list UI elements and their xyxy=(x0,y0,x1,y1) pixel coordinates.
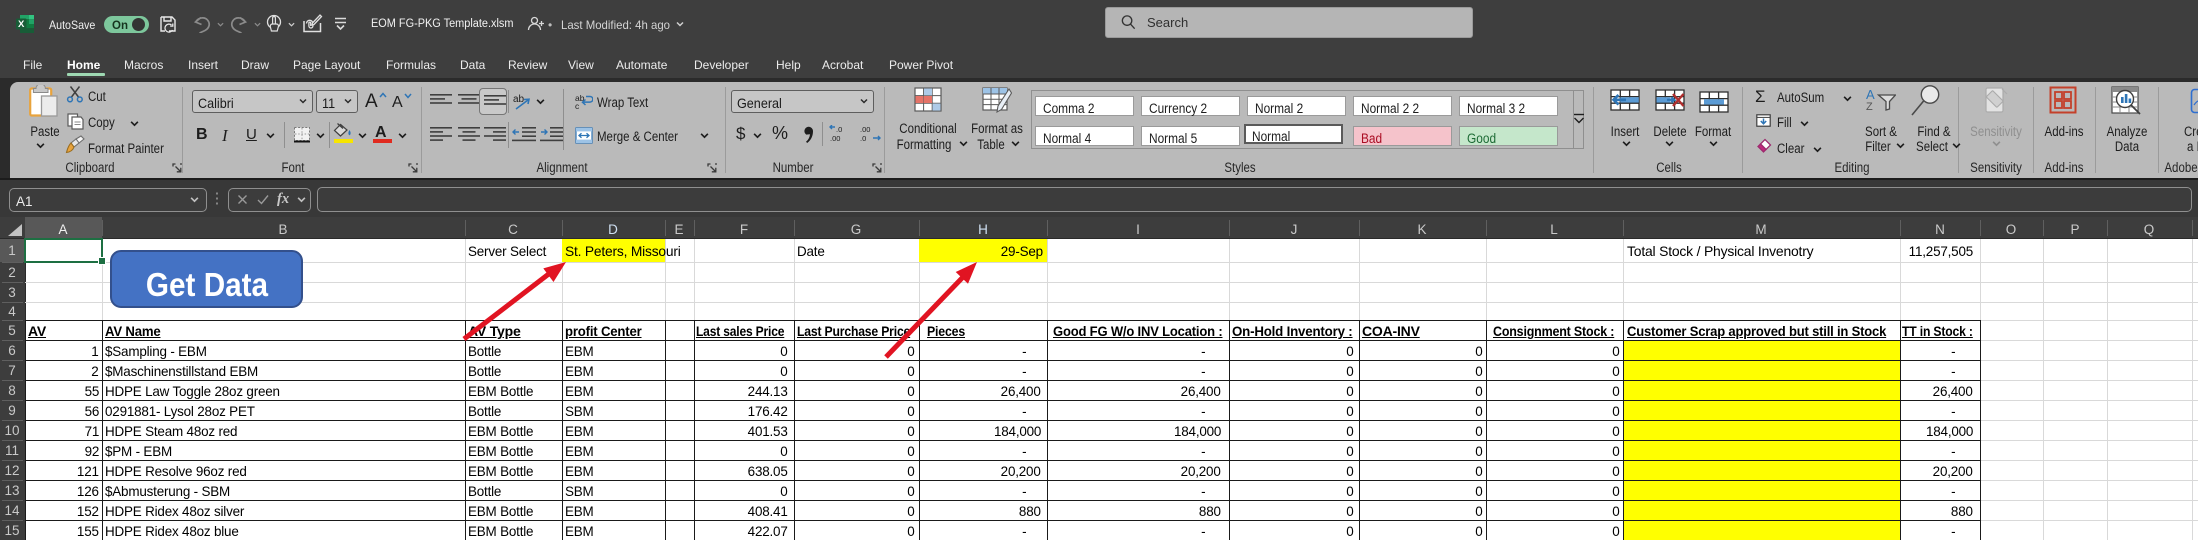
svg-text:.0: .0 xyxy=(836,125,842,134)
svg-text:.0: .0 xyxy=(860,134,866,143)
svg-text:X: X xyxy=(18,19,25,30)
svg-text:.00: .00 xyxy=(860,125,870,134)
svg-text:.00: .00 xyxy=(830,134,840,143)
svg-text:A: A xyxy=(1866,87,1875,102)
svg-text:Z: Z xyxy=(1866,101,1873,112)
